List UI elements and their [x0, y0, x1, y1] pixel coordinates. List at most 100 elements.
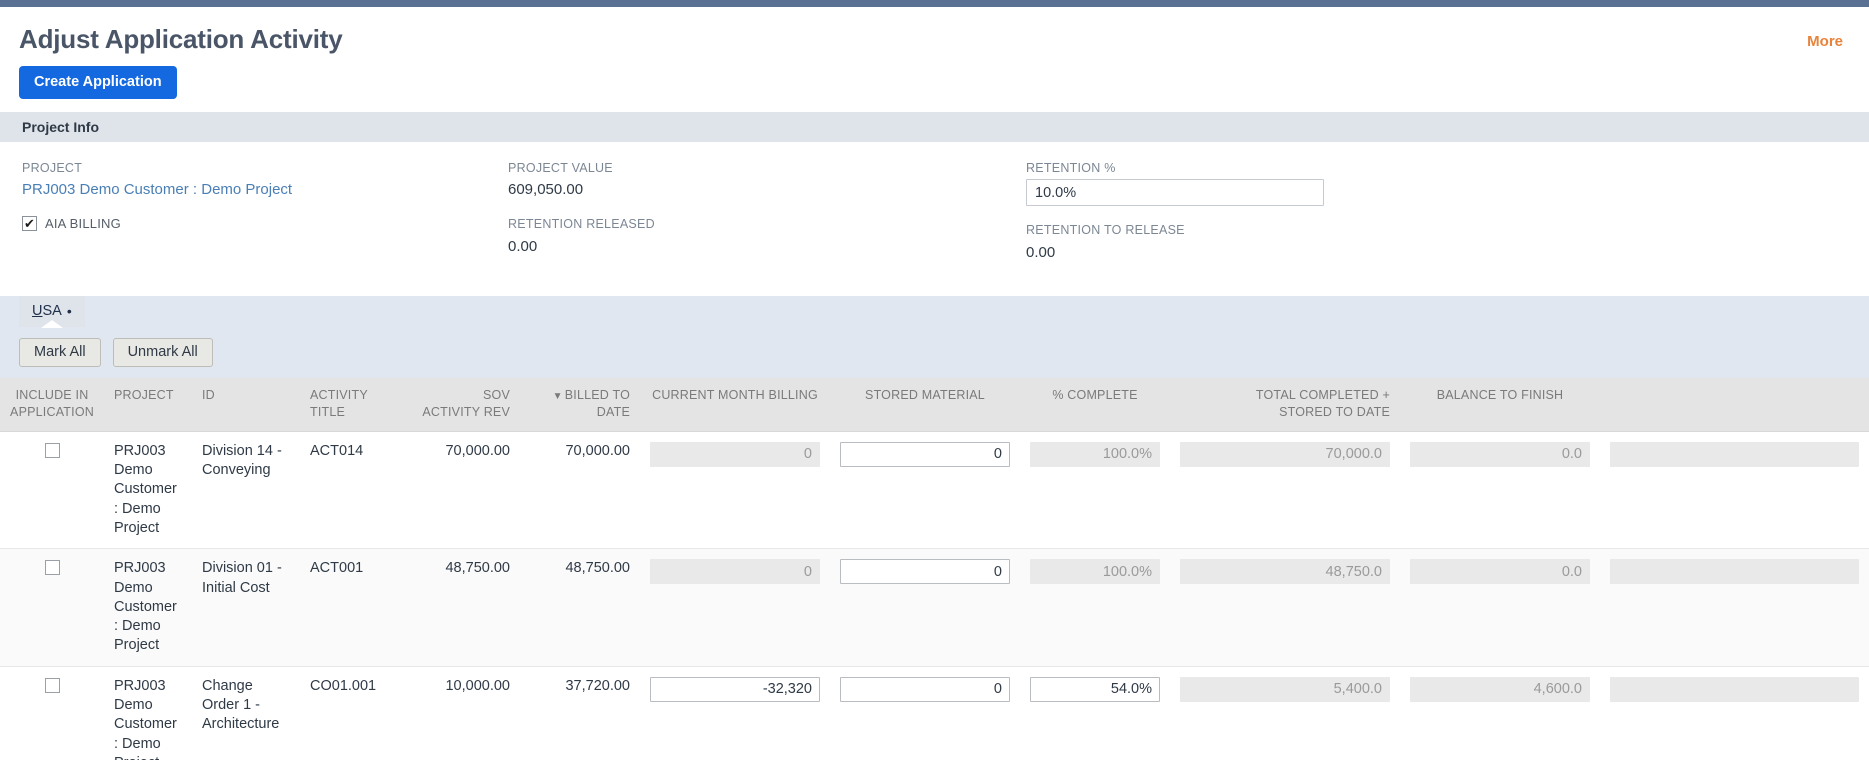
tab-usa[interactable]: U SA • [19, 295, 85, 328]
row-project-cell: PRJ003 Demo Customer : Demo Project [104, 548, 192, 667]
col-extra-line2 [1610, 404, 1859, 421]
row-extra-input [1610, 441, 1859, 467]
col-sov-line1: SOV [483, 388, 510, 403]
col-sov-line2: ACTIVITY REV [422, 404, 510, 419]
row-current-month-billing-input[interactable] [650, 559, 820, 585]
col-total-completed-stored[interactable]: TOTAL COMPLETED + STORED TO DATE [1170, 378, 1400, 432]
retention-to-release-field: RETENTION TO RELEASE 0.00 [1026, 222, 1726, 262]
row-include-checkbox[interactable] [44, 442, 60, 458]
col-pct-complete[interactable]: % COMPLETE [1020, 378, 1170, 432]
col-total-line1: TOTAL COMPLETED + [1255, 388, 1390, 403]
aia-billing-row[interactable]: ✔ AIA BILLING [22, 216, 508, 232]
activity-grid-head: INCLUDE IN APPLICATION PROJECT ID ACTIVI… [0, 378, 1869, 432]
retention-pct-input[interactable] [1026, 179, 1324, 207]
col-balance-line2: BALANCE TO FINISH [1436, 388, 1564, 403]
row-pct-complete-cell [1020, 666, 1170, 760]
col-stored-material[interactable]: STORED MATERIAL [830, 378, 1020, 432]
more-link[interactable]: More [1807, 33, 1847, 50]
col-balance-to-finish[interactable]: BALANCE TO FINISH [1400, 378, 1600, 432]
project-field-value-link[interactable]: PRJ003 Demo Customer : Demo Project [22, 179, 508, 200]
table-row[interactable]: PRJ003 Demo Customer : Demo Project Chan… [0, 666, 1869, 760]
row-current-month-billing-cell [640, 431, 830, 550]
page-header: Adjust Application Activity More [0, 7, 1869, 54]
retention-to-release-label: RETENTION TO RELEASE [1026, 223, 1185, 238]
col-include-in-application[interactable]: INCLUDE IN APPLICATION [0, 378, 104, 432]
row-id-cell: Division 01 - Initial Cost [192, 548, 300, 667]
row-current-month-billing-input[interactable] [650, 676, 820, 702]
row-sov-cell: 48,750.00 [380, 548, 520, 667]
table-row[interactable]: PRJ003 Demo Customer : Demo Project Divi… [0, 431, 1869, 550]
row-extra-cell [1600, 431, 1869, 550]
aia-billing-checkbox[interactable]: ✔ [22, 216, 37, 232]
project-info-section-header: Project Info [0, 112, 1869, 143]
project-info-panel: PROJECT PRJ003 Demo Customer : Demo Proj… [0, 142, 1869, 275]
project-info-column-2: PROJECT VALUE 609,050.00 RETENTION RELEA… [508, 160, 1026, 263]
create-application-button[interactable]: Create Application [19, 65, 177, 100]
col-stored-line2: STORED MATERIAL [865, 388, 985, 403]
col-activity-title-line1: ACTIVITY [310, 388, 368, 403]
retention-released-label: RETENTION RELEASED [508, 217, 655, 232]
row-billed-to-date-cell: 70,000.00 [520, 431, 640, 550]
row-current-month-billing-input[interactable] [650, 441, 820, 467]
row-pct-complete-input[interactable] [1030, 559, 1160, 585]
row-activity-title-cell: ACT014 [300, 431, 380, 550]
row-balance-to-finish-input [1410, 559, 1590, 585]
row-stored-material-cell [830, 666, 1020, 760]
row-pct-complete-input[interactable] [1030, 441, 1160, 467]
col-project-line2: PROJECT [114, 388, 174, 403]
row-include-checkbox[interactable] [44, 560, 60, 576]
col-current-month-billing[interactable]: CURRENT MONTH BILLING [640, 378, 830, 432]
project-field-label: PROJECT [22, 161, 83, 176]
col-billed-line1: ▼ BILLED TO [530, 387, 630, 404]
row-balance-to-finish-cell [1400, 666, 1600, 760]
row-include-cell[interactable] [0, 431, 104, 550]
row-pct-complete-input[interactable] [1030, 676, 1160, 702]
row-pct-complete-cell [1020, 431, 1170, 550]
unmark-all-button[interactable]: Unmark All [112, 337, 213, 368]
grid-toolbar: Mark All Unmark All [0, 326, 1869, 379]
row-include-cell[interactable] [0, 548, 104, 667]
row-current-month-billing-cell [640, 548, 830, 667]
activity-grid-header-row: INCLUDE IN APPLICATION PROJECT ID ACTIVI… [0, 378, 1869, 432]
tab-usa-accesskey: U [32, 303, 43, 320]
row-total-completed-cell [1170, 666, 1400, 760]
row-stored-material-input[interactable] [840, 441, 1010, 467]
row-balance-to-finish-input [1410, 676, 1590, 702]
row-include-checkbox[interactable] [44, 677, 60, 693]
col-extra-line1 [1610, 387, 1859, 404]
project-info-column-3: RETENTION % RETENTION TO RELEASE 0.00 [1026, 160, 1726, 263]
col-activity-title[interactable]: ACTIVITY TITLE [300, 378, 380, 432]
col-id[interactable]: ID [192, 378, 300, 432]
row-total-completed-cell [1170, 431, 1400, 550]
row-balance-to-finish-cell [1400, 548, 1600, 667]
aia-billing-label: AIA BILLING [45, 216, 121, 232]
col-project[interactable]: PROJECT [104, 378, 192, 432]
row-total-completed-input [1180, 441, 1390, 467]
retention-to-release-amount: 0.00 [1026, 243, 1056, 261]
col-billed-to-date[interactable]: ▼ BILLED TO DATE [520, 378, 640, 432]
mark-all-button[interactable]: Mark All [19, 337, 101, 368]
col-sov-activity-rev[interactable]: SOV ACTIVITY REV [380, 378, 520, 432]
row-project-cell: PRJ003 Demo Customer : Demo Project [104, 666, 192, 760]
tab-usa-label-rest: SA [42, 303, 62, 320]
page-root: Adjust Application Activity More Create … [0, 7, 1869, 760]
col-extra [1600, 378, 1869, 432]
tab-usa-marker-dot: • [66, 303, 72, 320]
retention-pct-label: RETENTION % [1026, 161, 1116, 176]
col-include-line1: INCLUDE IN [15, 388, 89, 403]
project-value-field: PROJECT VALUE 609,050.00 [508, 160, 1026, 200]
row-billed-to-date-cell: 48,750.00 [520, 548, 640, 667]
row-stored-material-cell [830, 548, 1020, 667]
table-row[interactable]: PRJ003 Demo Customer : Demo Project Divi… [0, 548, 1869, 667]
project-value-label: PROJECT VALUE [508, 161, 613, 176]
activity-grid: INCLUDE IN APPLICATION PROJECT ID ACTIVI… [0, 378, 1869, 760]
row-total-completed-cell [1170, 548, 1400, 667]
row-include-cell[interactable] [0, 666, 104, 760]
row-billed-to-date-cell: 37,720.00 [520, 666, 640, 760]
retention-released-field: RETENTION RELEASED 0.00 [508, 216, 1026, 256]
row-stored-material-input[interactable] [840, 676, 1010, 702]
project-field: PROJECT PRJ003 Demo Customer : Demo Proj… [22, 160, 508, 200]
row-stored-material-input[interactable] [840, 559, 1010, 585]
sort-descending-icon: ▼ [552, 391, 563, 403]
row-project-cell: PRJ003 Demo Customer : Demo Project [104, 431, 192, 550]
